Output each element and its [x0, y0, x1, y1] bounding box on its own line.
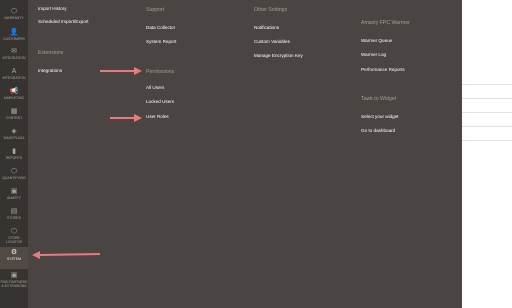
menu-link-warmer-log[interactable]: Warmer Log: [361, 52, 386, 57]
nav-marketing[interactable]: 📢 MARKETING: [0, 88, 28, 101]
divider: [462, 126, 512, 127]
nav-label: CONTENT: [5, 116, 23, 120]
nav-label: INTEGRATION: [2, 76, 26, 80]
user-icon: 👤: [9, 29, 19, 36]
reports-icon: ▮: [12, 148, 16, 155]
nav-label: MAGEPLAZA: [3, 136, 25, 140]
menu-link-user-roles[interactable]: User Roles: [146, 114, 169, 119]
menu-link-performance-reports[interactable]: Performance Reports: [361, 67, 405, 72]
menu-link-select-your-widget[interactable]: Select your widget: [361, 114, 399, 119]
nav-label: WARRANTY: [4, 16, 24, 20]
menu-link-scheduled-import-export[interactable]: Scheduled Import/Export: [38, 19, 89, 24]
nav-label: INTEGRATION: [2, 56, 26, 60]
menu-link-notifications[interactable]: Notifications: [254, 25, 279, 30]
system-menu-panel: Import History Scheduled Import/Export E…: [28, 0, 462, 308]
menu-link-import-history[interactable]: Import History: [38, 6, 67, 11]
menu-link-data-collector[interactable]: Data Collector: [146, 25, 175, 30]
admin-sidebar: ⬡ WARRANTY 👤 CUSTOMERS ✉ INTEGRATION a I…: [0, 0, 28, 308]
mageplaza-icon: ◈: [11, 128, 17, 135]
hexagon-icon: ⬡: [10, 8, 18, 15]
annotation-arrow-permissions: [100, 67, 142, 75]
divider: [462, 140, 512, 141]
store-locator-icon: ⬡: [10, 228, 18, 235]
nav-customers[interactable]: 👤 CUSTOMERS: [0, 29, 28, 42]
divider: [462, 112, 512, 113]
section-title-tawk-to-widget: Tawk.to Widget: [361, 96, 397, 102]
section-title-permissions: Permissions: [146, 69, 175, 75]
divider: [462, 84, 512, 85]
nav-quantifying[interactable]: ⬡ QUANTIFYING: [0, 168, 28, 181]
menu-link-system-report[interactable]: System Report: [146, 39, 176, 44]
nav-label: AMASTY: [7, 196, 21, 200]
section-title-amasty-fpc-warmer: Amasty FPC Warmer: [361, 20, 410, 26]
nav-store-locator[interactable]: ⬡ STORE LOCATOR: [0, 228, 28, 245]
nav-system[interactable]: ⚙ SYSTEM: [0, 247, 28, 269]
quantifying-icon: ⬡: [10, 168, 18, 175]
menu-link-manage-encryption-key[interactable]: Manage Encryption Key: [254, 53, 303, 58]
menu-link-custom-variables[interactable]: Custom Variables: [254, 39, 290, 44]
divider: [462, 98, 512, 99]
menu-link-all-users[interactable]: All Users: [146, 85, 164, 90]
nav-amazon[interactable]: a INTEGRATION: [0, 68, 28, 81]
menu-link-warmer-queue[interactable]: Warmer Queue: [361, 38, 392, 43]
content-icon: ▦: [10, 108, 18, 115]
nav-reports[interactable]: ▮ REPORTS: [0, 148, 28, 161]
page-background: [462, 0, 512, 308]
nav-warranty[interactable]: ⬡ WARRANTY: [0, 8, 28, 21]
nav-amasty[interactable]: ▣ AMASTY: [0, 188, 28, 201]
nav-stores[interactable]: ▤ STORES: [0, 208, 28, 221]
nav-integration[interactable]: ✉ INTEGRATION: [0, 48, 28, 61]
nav-label: STORES: [7, 216, 21, 220]
menu-link-integrations[interactable]: Integrations: [38, 68, 62, 73]
nav-label: STORE LOCATOR: [5, 236, 23, 244]
nav-label: REPORTS: [5, 156, 23, 160]
menu-link-locked-users[interactable]: Locked Users: [146, 99, 174, 104]
nav-mageplaza[interactable]: ◈ MAGEPLAZA: [0, 128, 28, 141]
stores-icon: ▤: [10, 208, 18, 215]
annotation-arrow-system: [32, 251, 101, 259]
amazon-icon: a: [11, 68, 17, 75]
menu-link-go-to-dashboard[interactable]: Go to dashboard: [361, 128, 395, 133]
megaphone-icon: 📢: [9, 88, 19, 95]
nav-content[interactable]: ▦ CONTENT: [0, 108, 28, 121]
nav-find-partners[interactable]: ▣ FIND PARTNERS & EXTENSIONS: [0, 272, 28, 289]
nav-label: FIND PARTNERS & EXTENSIONS: [0, 280, 28, 288]
section-title-extensions: Extensions: [38, 50, 64, 56]
section-title-support: Support: [146, 7, 165, 13]
partners-icon: ▣: [10, 272, 18, 279]
amasty-icon: ▣: [10, 188, 18, 195]
integration-icon: ✉: [11, 48, 17, 55]
annotation-arrow-user-roles: [110, 114, 142, 122]
nav-label: MARKETING: [3, 96, 25, 100]
nav-label: CUSTOMERS: [3, 37, 25, 41]
nav-label: SYSTEM: [7, 257, 21, 261]
gear-icon: ⚙: [10, 249, 18, 256]
section-title-other-settings: Other Settings: [254, 7, 288, 13]
nav-label: QUANTIFYING: [2, 176, 26, 180]
